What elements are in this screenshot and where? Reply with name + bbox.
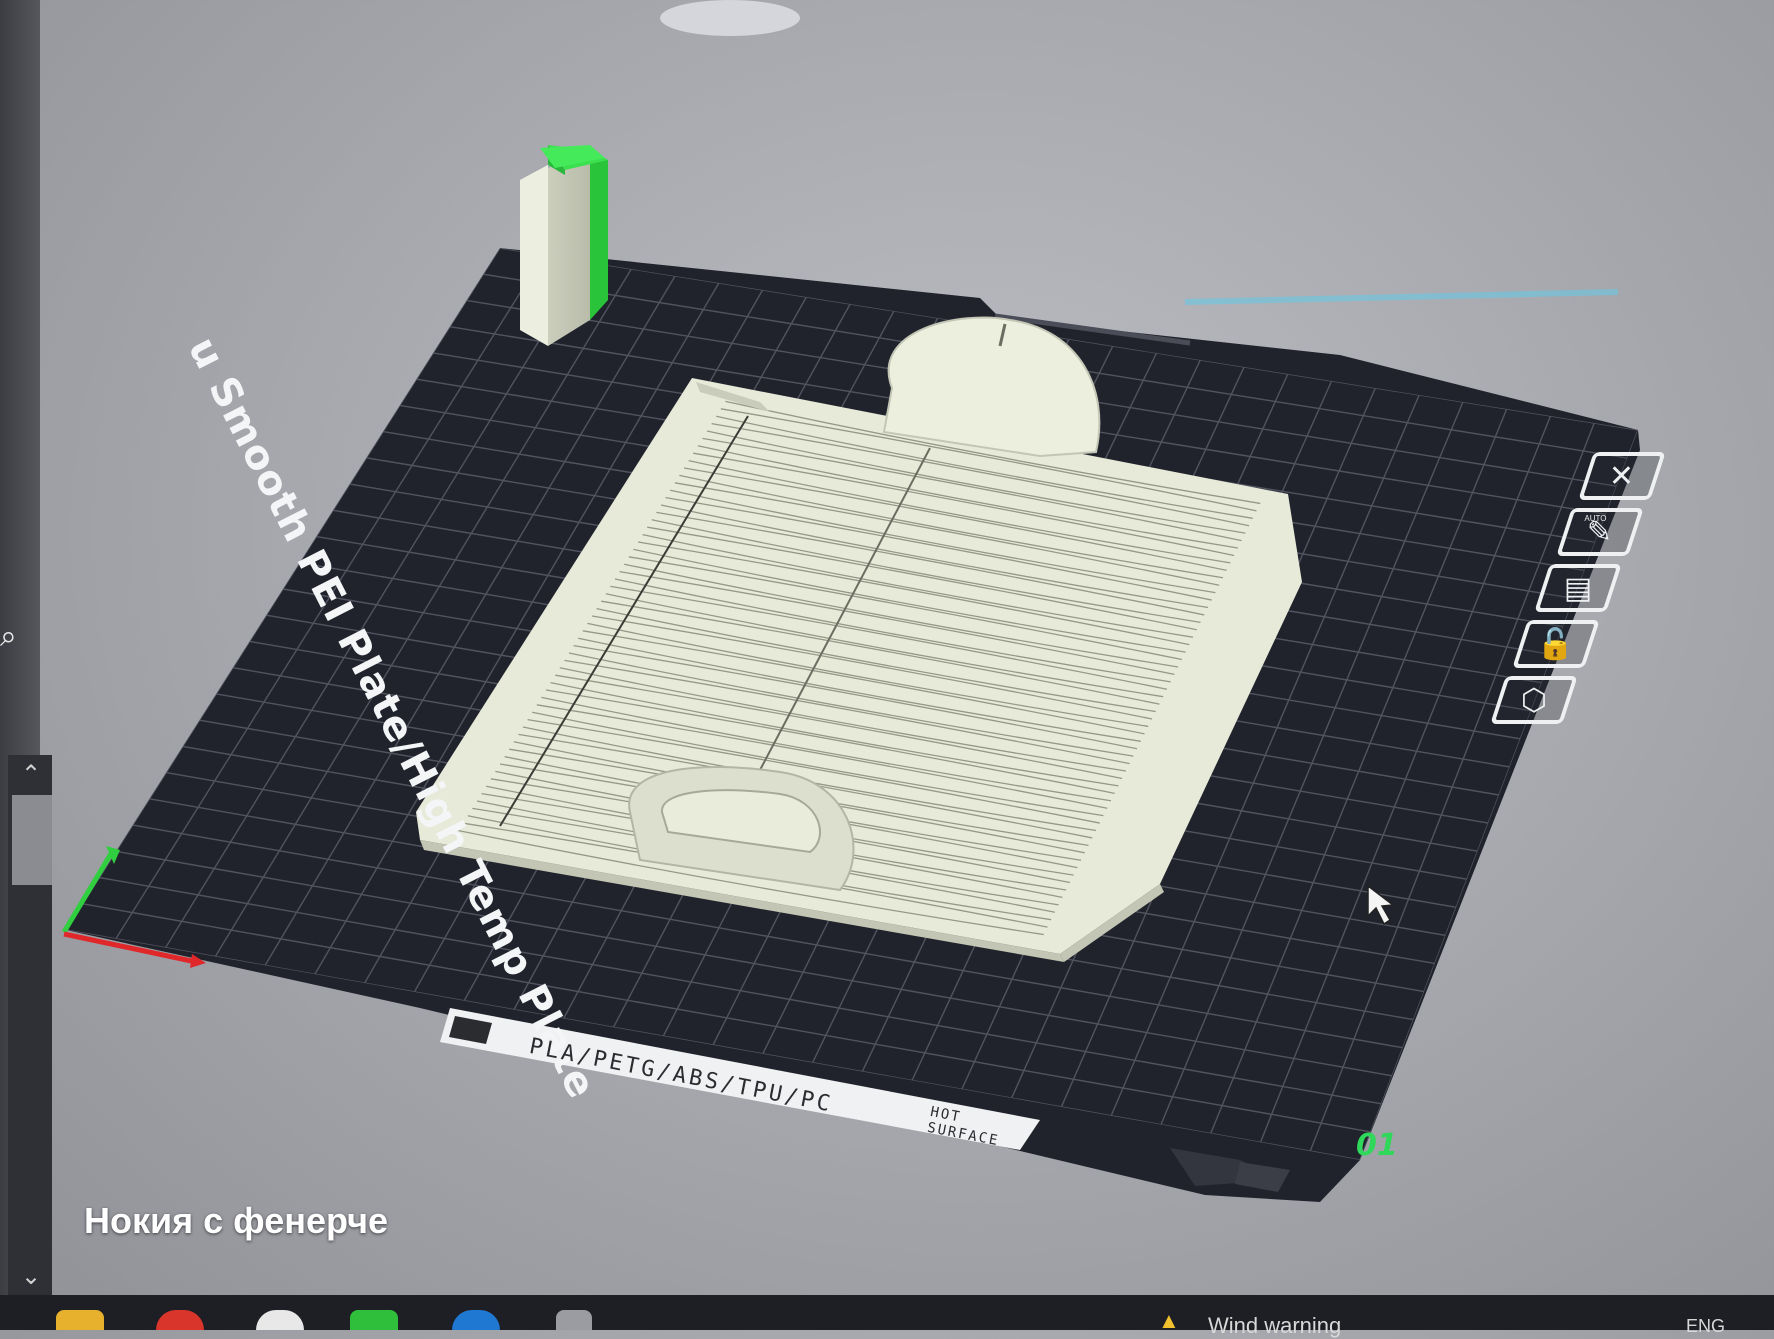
close-plate-icon: ✕ <box>1609 459 1635 493</box>
3d-viewport[interactable] <box>0 0 1774 1330</box>
photo-caption: Нокия с фенерче <box>84 1200 388 1241</box>
scroll-down-button[interactable]: ⌄ <box>14 1262 48 1291</box>
language-indicator[interactable]: ENG <box>1686 1316 1725 1337</box>
lock-icon: 🔓 <box>1537 627 1575 661</box>
search-icon[interactable]: ⌕ <box>0 620 17 654</box>
settings-gear-icon[interactable] <box>556 1310 592 1330</box>
plate-number[interactable]: 01 <box>1356 1128 1398 1163</box>
arrange-icon: ▤ <box>1563 571 1593 605</box>
scroll-up-button[interactable]: ⌃ <box>14 760 48 789</box>
plate-settings-icon: ⬡ <box>1520 683 1548 717</box>
file-explorer-icon[interactable] <box>56 1310 104 1330</box>
scrollbar-thumb[interactable] <box>12 795 52 885</box>
slicer-app-icon[interactable] <box>350 1310 398 1330</box>
auto-orient-icon: ✎ <box>1587 515 1613 549</box>
weather-text[interactable]: Wind warning <box>1208 1313 1341 1339</box>
warning-icon: ▲ <box>1158 1308 1180 1333</box>
